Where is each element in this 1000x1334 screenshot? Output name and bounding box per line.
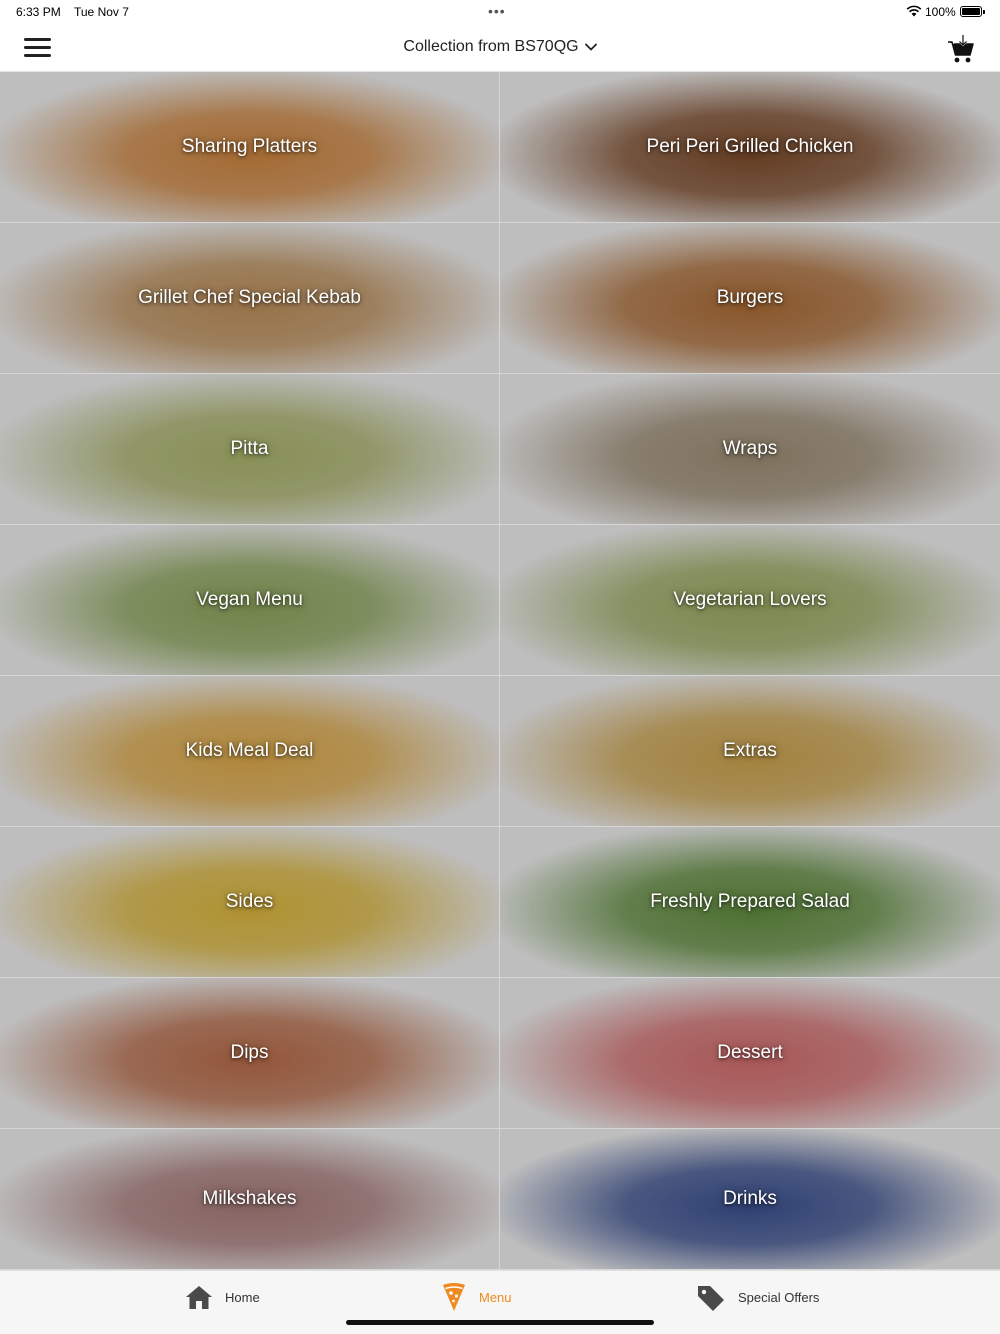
status-bar: 6:33 PM Tue Nov 7 ••• 100% — [0, 0, 1000, 24]
category-tile[interactable]: Sides — [0, 827, 500, 978]
category-label: Peri Peri Grilled Chicken — [646, 136, 854, 157]
home-indicator[interactable] — [346, 1320, 654, 1325]
category-tile[interactable]: Wraps — [500, 374, 1000, 525]
category-label: Milkshakes — [202, 1188, 297, 1209]
category-tile[interactable]: Dips — [0, 978, 500, 1129]
pizza-slice-icon — [443, 1283, 465, 1311]
category-label: Extras — [723, 740, 777, 761]
category-label: Drinks — [723, 1188, 777, 1209]
category-tile[interactable]: Vegan Menu — [0, 525, 500, 676]
status-time: 6:33 PM — [16, 5, 61, 19]
collection-location-selector[interactable]: Collection from BS70QG — [403, 38, 597, 56]
multitasking-dots[interactable]: ••• — [488, 4, 506, 18]
category-label: Dessert — [717, 1042, 783, 1063]
collection-location-label: Collection from BS70QG — [403, 38, 579, 55]
home-icon — [186, 1286, 212, 1309]
category-tile[interactable]: Grillet Chef Special Kebab — [0, 223, 500, 374]
tab-menu-label: Menu — [479, 1289, 512, 1305]
category-tile[interactable]: Kids Meal Deal — [0, 676, 500, 827]
category-label: Sharing Platters — [181, 136, 318, 157]
category-label: Sides — [225, 891, 274, 912]
category-label: Dips — [230, 1042, 269, 1063]
category-tile[interactable]: Vegetarian Lovers — [500, 525, 1000, 676]
shopping-cart-icon[interactable] — [947, 34, 975, 64]
hamburger-icon[interactable] — [24, 38, 51, 58]
category-tile[interactable]: Freshly Prepared Salad — [500, 827, 1000, 978]
category-tile[interactable]: Burgers — [500, 223, 1000, 374]
tab-menu[interactable]: Menu — [441, 1282, 512, 1312]
menu-category-grid: Sharing Platters Peri Peri Grilled Chicke… — [0, 72, 1000, 1270]
category-tile[interactable]: Milkshakes — [0, 1129, 500, 1270]
category-tile[interactable]: Drinks — [500, 1129, 1000, 1270]
status-date: Tue Nov 7 — [74, 5, 129, 19]
category-label: Vegan Menu — [196, 589, 303, 610]
category-tile[interactable]: Extras — [500, 676, 1000, 827]
wifi-icon — [906, 5, 922, 17]
category-label: Grillet Chef Special Kebab — [138, 287, 361, 308]
app-header: Collection from BS70QG — [0, 24, 1000, 72]
category-tile[interactable]: Peri Peri Grilled Chicken — [500, 72, 1000, 223]
category-label: Burgers — [716, 287, 784, 308]
battery-percent: 100% — [925, 5, 956, 19]
category-label: Freshly Prepared Salad — [650, 891, 850, 912]
category-label: Vegetarian Lovers — [673, 589, 827, 610]
category-label: Kids Meal Deal — [185, 740, 314, 761]
category-label: Pitta — [230, 438, 269, 459]
tab-special-offers-label: Special Offers — [738, 1289, 820, 1305]
category-tile[interactable]: Sharing Platters — [0, 72, 500, 223]
category-tile[interactable]: Dessert — [500, 978, 1000, 1129]
tab-home-label: Home — [225, 1289, 260, 1305]
price-tag-icon — [698, 1286, 724, 1311]
battery-icon — [960, 6, 985, 17]
tab-special-offers[interactable]: Special Offers — [696, 1282, 819, 1312]
chevron-down-icon — [584, 43, 597, 51]
category-label: Wraps — [722, 438, 778, 459]
tab-home[interactable]: Home — [185, 1282, 260, 1312]
category-tile[interactable]: Pitta — [0, 374, 500, 525]
